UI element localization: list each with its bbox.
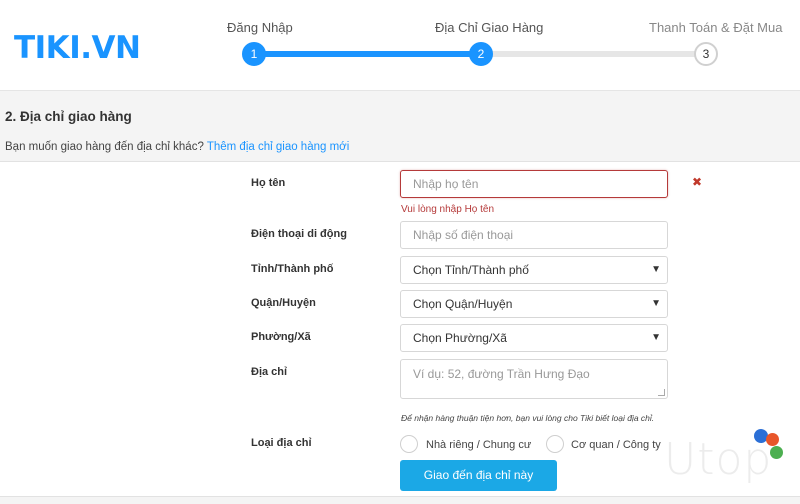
province-select-value: Chọn Tỉnh/Thành phố (413, 263, 529, 277)
radio-office-label[interactable]: Cơ quan / Công ty (571, 439, 661, 451)
caret-down-icon: ▼ (651, 332, 661, 343)
caret-down-icon: ▼ (651, 298, 661, 309)
ward-label: Phường/Xã (251, 331, 311, 343)
district-select[interactable]: Chọn Quận/Huyện ▼ (400, 290, 668, 318)
checkout-header: TIKI.VN Đăng Nhập Địa Chỉ Giao Hàng Than… (0, 0, 800, 90)
phone-input[interactable]: Nhập số điện thoại (400, 221, 668, 249)
footer-divider (0, 496, 800, 504)
province-select[interactable]: Chọn Tỉnh/Thành phố ▼ (400, 256, 668, 284)
caret-down-icon: ▼ (651, 264, 661, 275)
ship-to-address-button[interactable]: Giao đến địa chỉ này (400, 460, 557, 491)
close-icon[interactable]: ✖ (692, 175, 702, 189)
add-new-address-link[interactable]: Thêm địa chỉ giao hàng mới (207, 141, 349, 153)
radio-home[interactable] (400, 435, 418, 453)
other-address-question: Bạn muốn giao hàng đến địa chỉ khác? (5, 141, 204, 153)
section-header: 2. Địa chỉ giao hàng Bạn muốn giao hàng … (0, 90, 800, 162)
step-login-label: Đăng Nhập (227, 20, 293, 35)
progress-line-completed (254, 51, 482, 57)
watermark-logo: Utop (664, 434, 773, 485)
ward-select-value: Chọn Phường/Xã (413, 331, 507, 345)
address-textarea[interactable]: Ví dụ: 52, đường Trần Hưng Đạo (400, 359, 668, 399)
step-1-circle[interactable]: 1 (242, 42, 266, 66)
section-title: 2. Địa chỉ giao hàng (5, 109, 132, 124)
name-input[interactable]: Nhập họ tên (400, 170, 668, 198)
name-label: Họ tên (251, 177, 286, 189)
phone-label: Điện thoại di động (251, 228, 347, 240)
province-label: Tỉnh/Thành phố (251, 263, 334, 275)
progress-line-remaining (482, 51, 706, 57)
step-2-circle: 2 (469, 42, 493, 66)
address-type-hint: Để nhận hàng thuận tiện hơn, bạn vui lòn… (401, 413, 655, 423)
address-label: Địa chỉ (251, 366, 288, 378)
section-subtitle: Bạn muốn giao hàng đến địa chỉ khác? Thê… (5, 141, 349, 153)
step-payment-label: Thanh Toán & Đặt Mua (649, 20, 783, 35)
district-label: Quận/Huyện (251, 297, 316, 309)
tiki-logo[interactable]: TIKI.VN (14, 30, 141, 66)
step-3-circle: 3 (694, 42, 718, 66)
address-type-label: Loại địa chỉ (251, 437, 312, 449)
address-placeholder: Ví dụ: 52, đường Trần Hưng Đạo (413, 367, 590, 381)
step-shipping-label: Địa Chỉ Giao Hàng (435, 20, 544, 35)
radio-office[interactable] (546, 435, 564, 453)
radio-home-label[interactable]: Nhà riêng / Chung cư (426, 439, 531, 451)
district-select-value: Chọn Quận/Huyện (413, 297, 513, 311)
name-error-message: Vui lòng nhập Họ tên (401, 204, 495, 215)
ward-select[interactable]: Chọn Phường/Xã ▼ (400, 324, 668, 352)
resize-handle-icon[interactable] (658, 389, 665, 396)
